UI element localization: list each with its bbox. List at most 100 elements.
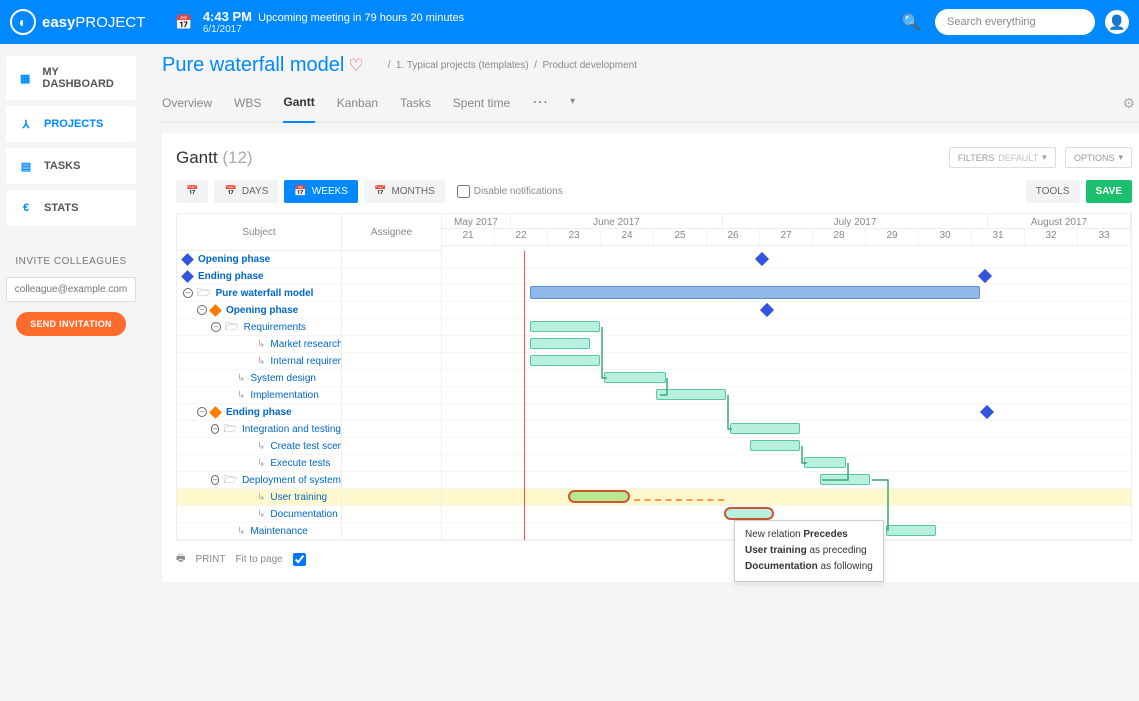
invite-email-input[interactable] bbox=[6, 277, 136, 302]
disable-notifications-check[interactable]: Disable notifications bbox=[457, 185, 563, 198]
cell-maint[interactable]: Maintenance bbox=[250, 526, 307, 537]
collapse-icon[interactable]: – bbox=[211, 475, 219, 485]
bar-deploy[interactable] bbox=[820, 474, 870, 485]
week-31: 31 bbox=[972, 229, 1025, 246]
filters-pill[interactable]: FILTERS DEFAULT ▾ bbox=[949, 147, 1056, 168]
milestone-marker[interactable] bbox=[760, 303, 774, 317]
bar-impl[interactable] bbox=[656, 389, 726, 400]
send-invitation-button[interactable]: SEND INVITATION bbox=[16, 312, 126, 336]
bar-createtest[interactable] bbox=[750, 440, 800, 451]
search-icon[interactable]: 🔍 bbox=[902, 13, 921, 31]
nav-dashboard[interactable]: ▦MY DASHBOARD bbox=[6, 56, 136, 100]
nav-tasks[interactable]: ▤TASKS bbox=[6, 148, 136, 184]
cell-internal[interactable]: Internal requirements bbox=[270, 356, 342, 367]
logo-icon: ◐ bbox=[10, 9, 36, 35]
tab-overview[interactable]: Overview bbox=[162, 86, 212, 122]
tab-dropdown[interactable]: ▾ bbox=[570, 96, 575, 111]
folder-icon: 🗁 bbox=[197, 285, 211, 301]
cell-createtest[interactable]: Create test scenarios bbox=[270, 441, 342, 452]
print-button[interactable]: PRINT bbox=[195, 554, 225, 565]
cell-inttest[interactable]: Integration and testing bbox=[242, 424, 341, 435]
tab-more[interactable]: ⋯ bbox=[532, 92, 548, 116]
task-icon: ↳ bbox=[237, 526, 245, 537]
favorite-icon[interactable]: ♡ bbox=[348, 56, 363, 75]
collapse-icon[interactable]: – bbox=[197, 305, 207, 315]
page-title: Pure waterfall model♡ bbox=[162, 54, 364, 77]
folder-icon: 🗁 bbox=[225, 319, 239, 335]
row-market: ↳Market research bbox=[177, 336, 1131, 353]
cell-impl[interactable]: Implementation bbox=[250, 390, 318, 401]
tab-spent-time[interactable]: Spent time bbox=[453, 86, 510, 122]
milestone-marker[interactable] bbox=[978, 269, 992, 283]
task-icon: ↳ bbox=[257, 441, 265, 452]
brand-logo[interactable]: ◐ easyPROJECT bbox=[10, 9, 145, 35]
zoom-months-button[interactable]: 📅MONTHS bbox=[364, 180, 445, 203]
cell-ending2[interactable]: Ending phase bbox=[226, 407, 292, 418]
options-pill[interactable]: OPTIONS ▾ bbox=[1065, 147, 1132, 168]
cell-doc[interactable]: Documentation bbox=[270, 509, 337, 520]
zoom-weeks-button[interactable]: 📅WEEKS bbox=[284, 180, 358, 203]
milestone-marker[interactable] bbox=[980, 405, 994, 419]
collapse-icon[interactable]: – bbox=[197, 407, 207, 417]
bar-usertrain[interactable] bbox=[568, 490, 630, 503]
save-button[interactable]: SAVE bbox=[1086, 180, 1133, 203]
bar-req[interactable] bbox=[530, 321, 600, 332]
row-ending-ms: Ending phase bbox=[177, 268, 1131, 285]
tab-tasks[interactable]: Tasks bbox=[400, 86, 431, 122]
nav-projects[interactable]: ⅄PROJECTS bbox=[6, 106, 136, 142]
month-july: July 2017 bbox=[723, 214, 988, 229]
user-avatar[interactable]: 👤 bbox=[1105, 10, 1129, 34]
collapse-icon[interactable]: – bbox=[211, 424, 219, 434]
row-deploy: –🗁 Deployment of system bbox=[177, 472, 1131, 489]
bar-doc[interactable] bbox=[724, 507, 774, 520]
gear-icon[interactable]: ⚙ ▾ bbox=[1123, 95, 1139, 112]
bar-inttest[interactable] bbox=[730, 423, 800, 434]
bar-internal[interactable] bbox=[530, 355, 600, 366]
col-assignee[interactable]: Assignee bbox=[342, 214, 441, 251]
breadcrumb-b[interactable]: Product development bbox=[542, 60, 637, 71]
breadcrumb-a[interactable]: 1. Typical projects (templates) bbox=[396, 60, 529, 71]
week-row: 21 22 23 24 25 26 27 28 29 30 31 32 bbox=[442, 229, 1131, 246]
tools-button[interactable]: TOOLS bbox=[1026, 180, 1080, 203]
cell-usertrain[interactable]: User training bbox=[270, 492, 327, 503]
zoom-days-button[interactable]: 📅DAYS bbox=[214, 180, 278, 203]
bar-exectest[interactable] bbox=[804, 457, 846, 468]
tab-kanban[interactable]: Kanban bbox=[337, 86, 378, 122]
bar-market[interactable] bbox=[530, 338, 590, 349]
cell-opening2[interactable]: Opening phase bbox=[226, 305, 298, 316]
bar-sysdesign[interactable] bbox=[604, 372, 666, 383]
bar-maint[interactable] bbox=[886, 525, 936, 536]
milestone-icon bbox=[181, 270, 194, 283]
cell-project[interactable]: Pure waterfall model bbox=[216, 288, 314, 299]
collapse-icon[interactable]: – bbox=[183, 288, 193, 298]
row-doc: ↳Documentation New relation Precedes Use… bbox=[177, 506, 1131, 523]
folder-icon: 🗁 bbox=[223, 472, 237, 488]
row-sysdesign: ↳System design bbox=[177, 370, 1131, 387]
chevron-down-icon: ▾ bbox=[1042, 152, 1047, 163]
search-input[interactable]: Search everything bbox=[935, 9, 1095, 35]
cell-req[interactable]: Requirements bbox=[244, 322, 306, 333]
nav-stats[interactable]: €STATS bbox=[6, 190, 136, 226]
cell-sysdesign[interactable]: System design bbox=[250, 373, 316, 384]
col-subject[interactable]: Subject bbox=[177, 214, 341, 251]
folder-icon: 🗁 bbox=[223, 421, 237, 437]
cell-market[interactable]: Market research bbox=[270, 339, 342, 350]
task-icon: ↳ bbox=[257, 492, 265, 503]
week-21: 21 bbox=[442, 229, 495, 246]
collapse-icon[interactable]: – bbox=[211, 322, 221, 332]
cell-opening[interactable]: Opening phase bbox=[198, 254, 270, 265]
milestone-marker[interactable] bbox=[755, 252, 769, 266]
cell-exectest[interactable]: Execute tests bbox=[270, 458, 330, 469]
relation-tooltip: New relation Precedes User training as p… bbox=[734, 520, 884, 582]
week-26: 26 bbox=[707, 229, 760, 246]
calendar-button[interactable]: 📅 bbox=[176, 180, 208, 203]
week-30: 30 bbox=[919, 229, 972, 246]
cell-deploy[interactable]: Deployment of system bbox=[242, 475, 341, 486]
cell-ending[interactable]: Ending phase bbox=[198, 271, 264, 282]
print-icon[interactable]: 🖶 bbox=[176, 551, 185, 568]
tab-gantt[interactable]: Gantt bbox=[283, 85, 314, 123]
disable-notifications-input[interactable] bbox=[457, 185, 470, 198]
tab-wbs[interactable]: WBS bbox=[234, 86, 261, 122]
bar-project[interactable] bbox=[530, 286, 980, 299]
fit-to-page-check[interactable] bbox=[293, 553, 306, 566]
